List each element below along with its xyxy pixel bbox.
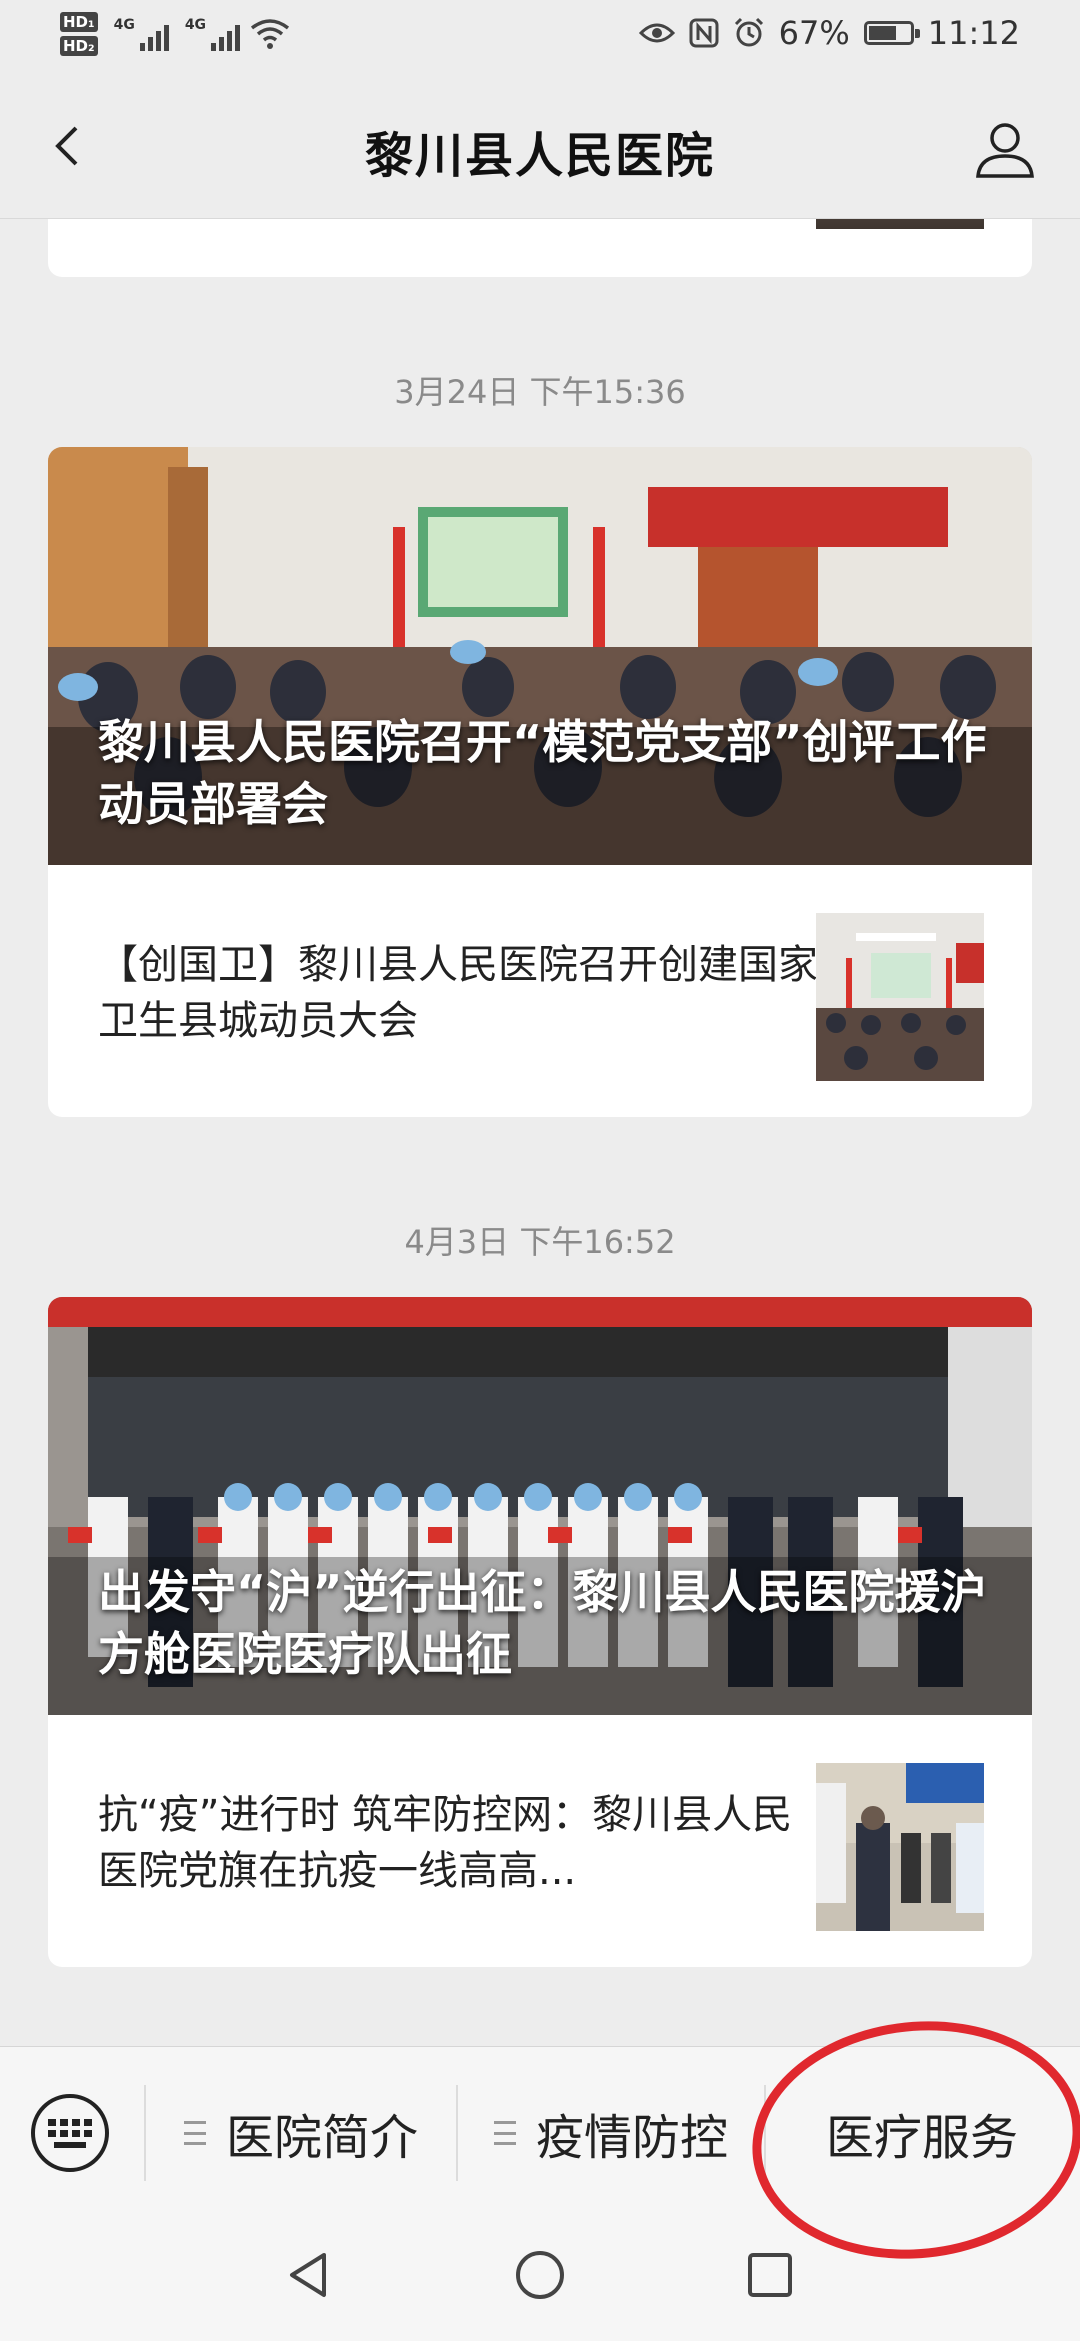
menu-divider xyxy=(456,2085,458,2181)
sub-article-title: 抗“疫”进行时 筑牢防控网：黎川县人民医院党旗在抗疫一线高高... xyxy=(98,1792,793,1894)
network-type-1: 4G xyxy=(113,17,135,33)
clock-time: 11:12 xyxy=(927,14,1020,52)
sub-article-thumbnail xyxy=(816,913,984,1081)
article-banner[interactable]: 黎川县人民医院召开“模范党支部”创评工作动员部署会 xyxy=(48,447,1032,865)
user-profile-icon[interactable] xyxy=(970,114,1040,184)
hd-indicators: HD₁ HD₂ xyxy=(60,10,98,58)
menu-label: 医院简介 xyxy=(226,2110,419,2166)
article-banner[interactable]: 出发守“沪”逆行出征：黎川县人民医院援沪方舱医院医疗队出征 xyxy=(48,1297,1032,1715)
signal-1-icon: 4G xyxy=(114,17,169,51)
menu-epidemic-control[interactable]: 疫情防控 xyxy=(494,2047,728,2219)
message-feed[interactable]: 3月24日 下午15:36 黎川县人民医院召开“模范党支部”创评工作动员部署会 … xyxy=(0,219,1080,2045)
signal-2-icon: 4G xyxy=(184,17,241,51)
article-card[interactable]: 黎川县人民医院召开“模范党支部”创评工作动员部署会 【创国卫】黎川县人民医院召开… xyxy=(48,447,1032,1117)
wifi-icon xyxy=(250,19,290,49)
sub-article-thumbnail xyxy=(816,1763,984,1931)
hd1-badge: HD₁ xyxy=(60,12,98,32)
nav-back-icon[interactable] xyxy=(280,2247,336,2303)
sub-article[interactable]: 【创国卫】黎川县人民医院召开创建国家卫生县城动员大会 xyxy=(48,865,1032,1117)
status-bar: HD₁ HD₂ 4G 4G 67% 11:12 xyxy=(0,0,1080,76)
eye-icon xyxy=(638,23,675,43)
timestamp: 3月24日 下午15:36 xyxy=(394,373,686,411)
status-right: 67% 11:12 xyxy=(638,14,1020,52)
page-title: 黎川县人民医院 xyxy=(364,128,715,184)
previous-thumbnail xyxy=(816,219,984,229)
sub-article-title: 【创国卫】黎川县人民医院召开创建国家卫生县城动员大会 xyxy=(98,942,818,1044)
sub-article[interactable]: 抗“疫”进行时 筑牢防控网：黎川县人民医院党旗在抗疫一线高高... xyxy=(48,1715,1032,1967)
battery-percent: 67% xyxy=(778,14,850,52)
submenu-icon xyxy=(494,2121,516,2145)
battery-icon xyxy=(863,21,920,45)
nav-home-icon[interactable] xyxy=(512,2247,568,2303)
keyboard-icon[interactable] xyxy=(30,2093,110,2173)
status-left: HD₁ HD₂ 4G 4G xyxy=(60,10,290,58)
menu-label: 疫情防控 xyxy=(536,2110,729,2166)
nav-recents-icon[interactable] xyxy=(742,2247,798,2303)
article-card[interactable]: 出发守“沪”逆行出征：黎川县人民医院援沪方舱医院医疗队出征 抗“疫”进行时 筑牢… xyxy=(48,1297,1032,1967)
hd2-badge: HD₂ xyxy=(60,36,98,56)
network-type-2: 4G xyxy=(184,17,207,33)
submenu-icon xyxy=(184,2121,206,2145)
banner-title: 出发守“沪”逆行出征：黎川县人民医院援沪方舱医院医疗队出征 xyxy=(98,1565,987,1681)
alarm-icon xyxy=(734,17,763,47)
menu-divider xyxy=(144,2085,146,2181)
timestamp: 4月3日 下午16:52 xyxy=(404,1223,676,1261)
nfc-icon xyxy=(689,18,719,48)
title-bar: 黎川县人民医院 xyxy=(0,76,1080,219)
menu-hospital-intro[interactable]: 医院简介 xyxy=(184,2047,418,2219)
previous-article-card[interactable] xyxy=(48,219,1032,277)
banner-title: 黎川县人民医院召开“模范党支部”创评工作动员部署会 xyxy=(98,715,987,831)
